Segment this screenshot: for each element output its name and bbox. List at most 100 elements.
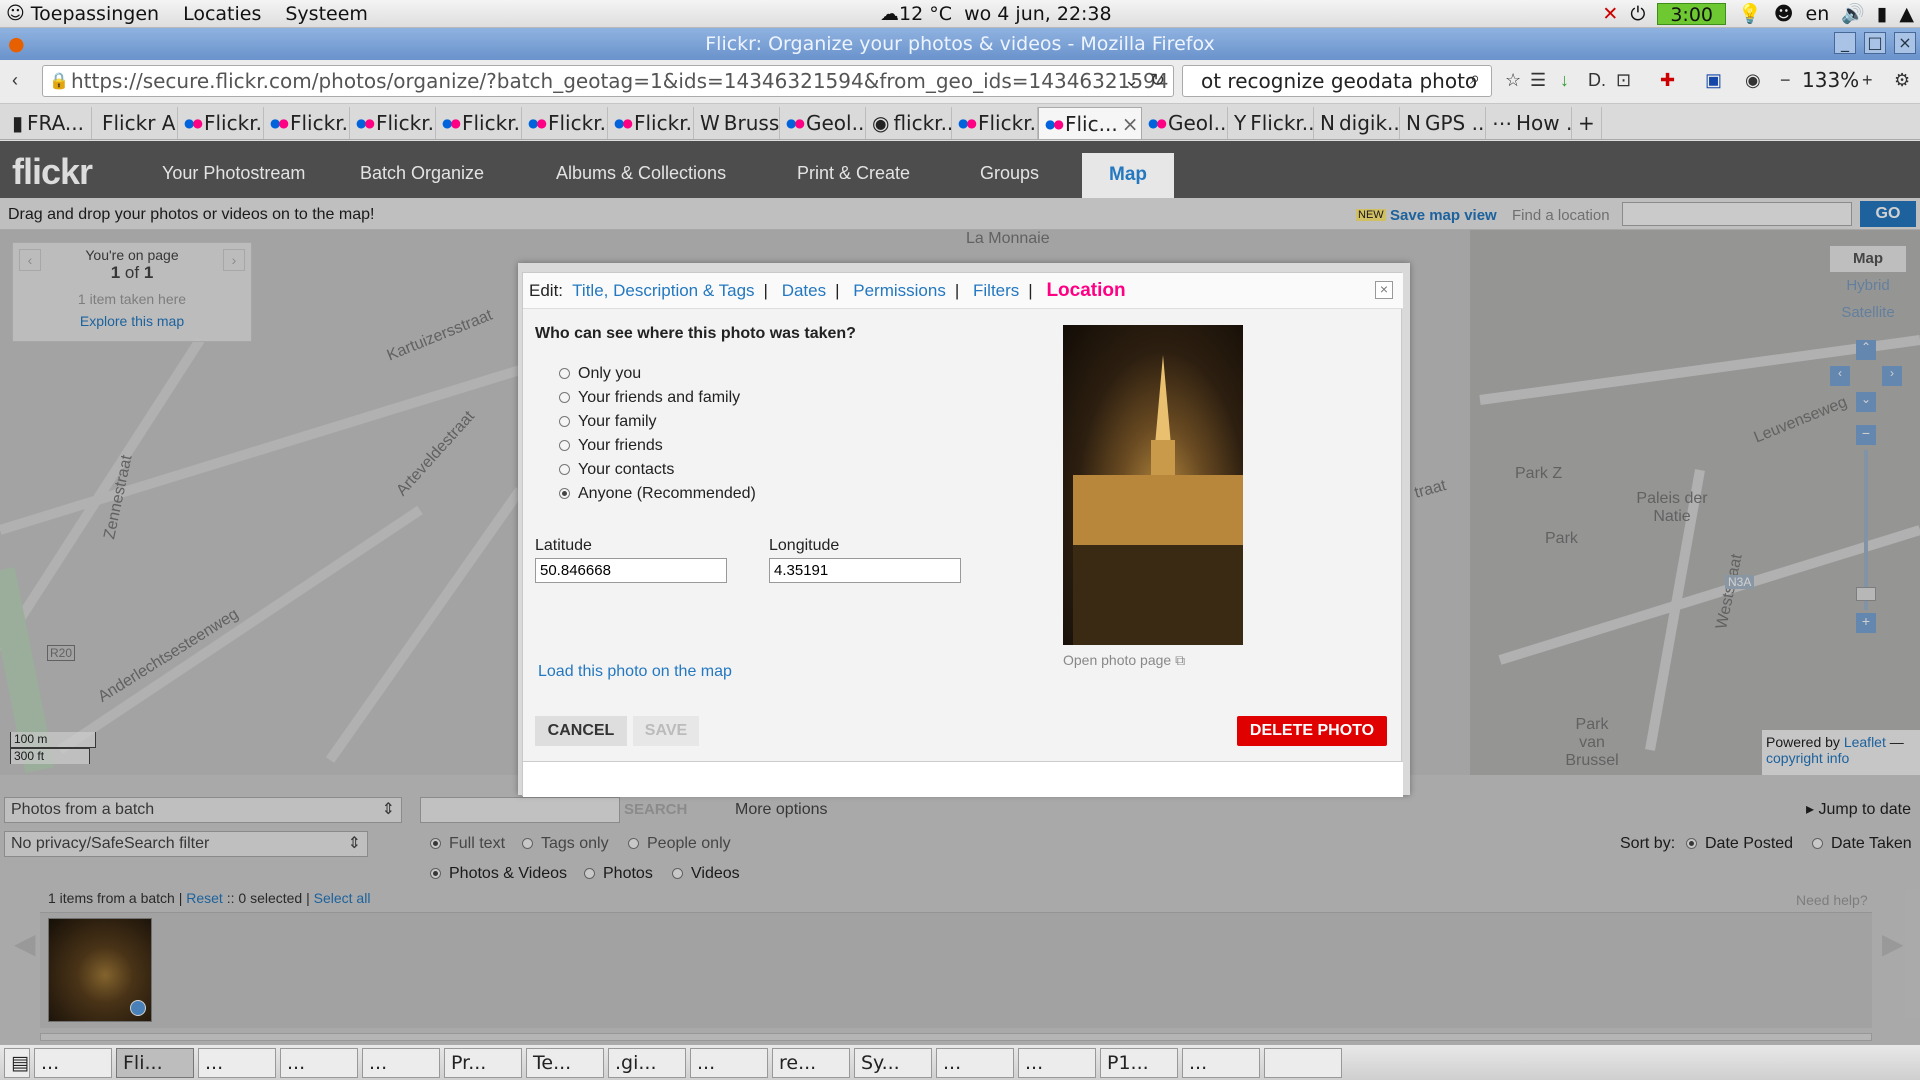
delete-photo-button[interactable]: DELETE PHOTO bbox=[1237, 716, 1387, 746]
taskbar-item[interactable]: Te... bbox=[526, 1047, 604, 1078]
addon-red-icon[interactable]: ✚ bbox=[1660, 70, 1675, 91]
signal-icon[interactable]: ▮ bbox=[1877, 3, 1887, 25]
tab-title-description-tags[interactable]: Title, Description & Tags bbox=[572, 281, 754, 300]
taskbar-item[interactable]: Pr... bbox=[444, 1047, 522, 1078]
menu-system[interactable]: Systeem bbox=[285, 3, 368, 25]
close-tab-icon[interactable]: × bbox=[1122, 108, 1139, 139]
browser-tab[interactable]: WBruss... bbox=[694, 107, 780, 139]
browser-tab[interactable]: Y Flickr... bbox=[1228, 107, 1314, 139]
browser-tab[interactable]: ▮ FRA... bbox=[6, 107, 92, 139]
geo-privacy-option[interactable]: Anyone (Recommended) bbox=[559, 485, 756, 509]
cancel-button[interactable]: CANCEL bbox=[535, 716, 627, 746]
browser-tab[interactable]: ●●Flickr... bbox=[436, 107, 522, 139]
taskbar-item[interactable]: ... bbox=[690, 1047, 768, 1078]
download-icon[interactable]: ↓ bbox=[1560, 70, 1569, 91]
new-tab-button[interactable]: + bbox=[1572, 107, 1602, 139]
nav-batch-organize[interactable]: Batch Organize bbox=[360, 163, 484, 184]
bookmarks-list-icon[interactable]: ☰ bbox=[1530, 70, 1546, 91]
nav-groups[interactable]: Groups bbox=[980, 163, 1039, 184]
browser-tab[interactable]: ●●Flickr... bbox=[522, 107, 608, 139]
geo-privacy-option[interactable]: Your contacts bbox=[559, 461, 756, 485]
zoom-level[interactable]: 133% bbox=[1802, 68, 1859, 92]
tab-location[interactable]: Location bbox=[1046, 280, 1125, 301]
browser-tab[interactable]: ◉flickr... bbox=[866, 107, 952, 139]
browser-tab[interactable]: ●●Flickr... bbox=[264, 107, 350, 139]
geo-privacy-option[interactable]: Only you bbox=[559, 365, 756, 389]
nav-albums-collections[interactable]: Albums & Collections bbox=[556, 163, 726, 184]
browser-tab[interactable]: ⋯How ... bbox=[1486, 107, 1572, 139]
zoom-out-icon[interactable]: − bbox=[1780, 70, 1791, 91]
taskbar-item[interactable]: P1... bbox=[1100, 1047, 1178, 1078]
show-desktop-icon[interactable]: ▤ bbox=[4, 1047, 30, 1078]
open-photo-page-link[interactable]: Open photo page ⧉ bbox=[1063, 652, 1185, 669]
nav-photostream[interactable]: Your Photostream bbox=[162, 163, 305, 184]
browser-tab[interactable]: ●●Flickr... bbox=[952, 107, 1038, 139]
browser-tab[interactable]: Ndigik... bbox=[1314, 107, 1400, 139]
network-disabled-icon[interactable]: ✕ bbox=[1602, 3, 1618, 25]
save-icon[interactable]: ▣ bbox=[1705, 70, 1722, 91]
keyboard-lang[interactable]: en bbox=[1806, 3, 1830, 25]
tab-filters[interactable]: Filters bbox=[973, 281, 1019, 300]
taskbar-item[interactable]: ... bbox=[1018, 1047, 1096, 1078]
close-window-button[interactable]: × bbox=[1894, 32, 1916, 54]
geo-privacy-option[interactable]: Your friends and family bbox=[559, 389, 756, 413]
browser-tab[interactable]: ●●Flickr... bbox=[608, 107, 694, 139]
photo-preview[interactable] bbox=[1063, 325, 1243, 645]
browser-tab[interactable]: ●● Geol... bbox=[1142, 107, 1228, 139]
taskbar-item[interactable]: Fli... bbox=[116, 1047, 194, 1078]
gnome-foot-icon[interactable]: ☺ bbox=[6, 3, 25, 24]
taskbar-item[interactable]: Sy... bbox=[854, 1047, 932, 1078]
browser-tab[interactable]: ●●Flickr... bbox=[350, 107, 436, 139]
user-icon[interactable]: ☻ bbox=[1774, 3, 1794, 25]
search-bar[interactable]: ot recognize geodata photo bbox=[1182, 65, 1492, 97]
taskbar-item[interactable]: ... bbox=[198, 1047, 276, 1078]
geo-privacy-option[interactable]: Your friends bbox=[559, 437, 756, 461]
wifi-icon[interactable]: ▲ bbox=[1899, 3, 1914, 25]
reload-icon[interactable]: ↻ bbox=[1150, 70, 1165, 91]
dropdown-icon[interactable]: ⌄ bbox=[1124, 70, 1139, 91]
nav-map[interactable]: Map bbox=[1082, 153, 1174, 198]
longitude-input[interactable] bbox=[769, 558, 961, 583]
settings-gear-icon[interactable]: ⚙ bbox=[1894, 70, 1910, 91]
back-icon[interactable]: ‹ bbox=[12, 70, 18, 91]
browser-tab[interactable]: ●● Geol... bbox=[780, 107, 866, 139]
taskbar-item[interactable]: ... bbox=[34, 1047, 112, 1078]
zoom-in-icon[interactable]: + bbox=[1862, 70, 1873, 91]
adblock-icon[interactable]: ◉ bbox=[1745, 70, 1761, 91]
menu-places[interactable]: Locaties bbox=[183, 3, 261, 25]
browser-tab[interactable]: ●● Flic... × bbox=[1038, 107, 1142, 139]
browser-tab[interactable]: ●●Flickr... bbox=[178, 107, 264, 139]
volume-icon[interactable]: 🔊 bbox=[1841, 2, 1865, 25]
addon-2-icon[interactable]: ⊡ bbox=[1616, 70, 1631, 91]
taskbar-item[interactable] bbox=[1264, 1047, 1342, 1078]
taskbar-item[interactable]: ... bbox=[280, 1047, 358, 1078]
save-button[interactable]: SAVE bbox=[633, 716, 699, 746]
nav-print-create[interactable]: Print & Create bbox=[797, 163, 910, 184]
taskbar-item[interactable]: ... bbox=[936, 1047, 1014, 1078]
tab-permissions[interactable]: Permissions bbox=[853, 281, 946, 300]
taskbar-item[interactable]: .gi... bbox=[608, 1047, 686, 1078]
bookmark-star-icon[interactable]: ☆ bbox=[1505, 70, 1521, 91]
taskbar-item-label: ... bbox=[943, 1051, 962, 1074]
clock[interactable]: ☁12 °C wo 4 jun, 22:38 bbox=[880, 3, 1112, 25]
search-icon[interactable]: ⌕ bbox=[1470, 68, 1480, 89]
geo-privacy-option[interactable]: Your family bbox=[559, 413, 756, 437]
browser-tab[interactable]: Flickr A... bbox=[92, 107, 178, 139]
close-dialog-icon[interactable]: × bbox=[1375, 281, 1393, 299]
taskbar-item[interactable]: re... bbox=[772, 1047, 850, 1078]
load-photo-on-map-link[interactable]: Load this photo on the map bbox=[538, 663, 732, 681]
battery-indicator[interactable]: 3:00 bbox=[1657, 2, 1727, 26]
taskbar-item[interactable]: ... bbox=[1182, 1047, 1260, 1078]
bulb-icon[interactable]: 💡 bbox=[1738, 2, 1762, 25]
browser-tab[interactable]: N GPS ... bbox=[1400, 107, 1486, 139]
menu-applications[interactable]: Toepassingen bbox=[31, 3, 159, 25]
flickr-logo[interactable]: flickr bbox=[12, 151, 93, 193]
tab-dates[interactable]: Dates bbox=[782, 281, 826, 300]
url-bar[interactable]: 🔒 https://secure.flickr.com/photos/organ… bbox=[42, 65, 1174, 97]
power-icon[interactable]: ⏻ bbox=[1630, 3, 1645, 25]
latitude-input[interactable] bbox=[535, 558, 727, 583]
minimize-button[interactable]: _ bbox=[1834, 32, 1856, 54]
addon-icon[interactable]: D. bbox=[1588, 70, 1606, 91]
taskbar-item[interactable]: ... bbox=[362, 1047, 440, 1078]
maximize-button[interactable]: □ bbox=[1864, 32, 1886, 54]
